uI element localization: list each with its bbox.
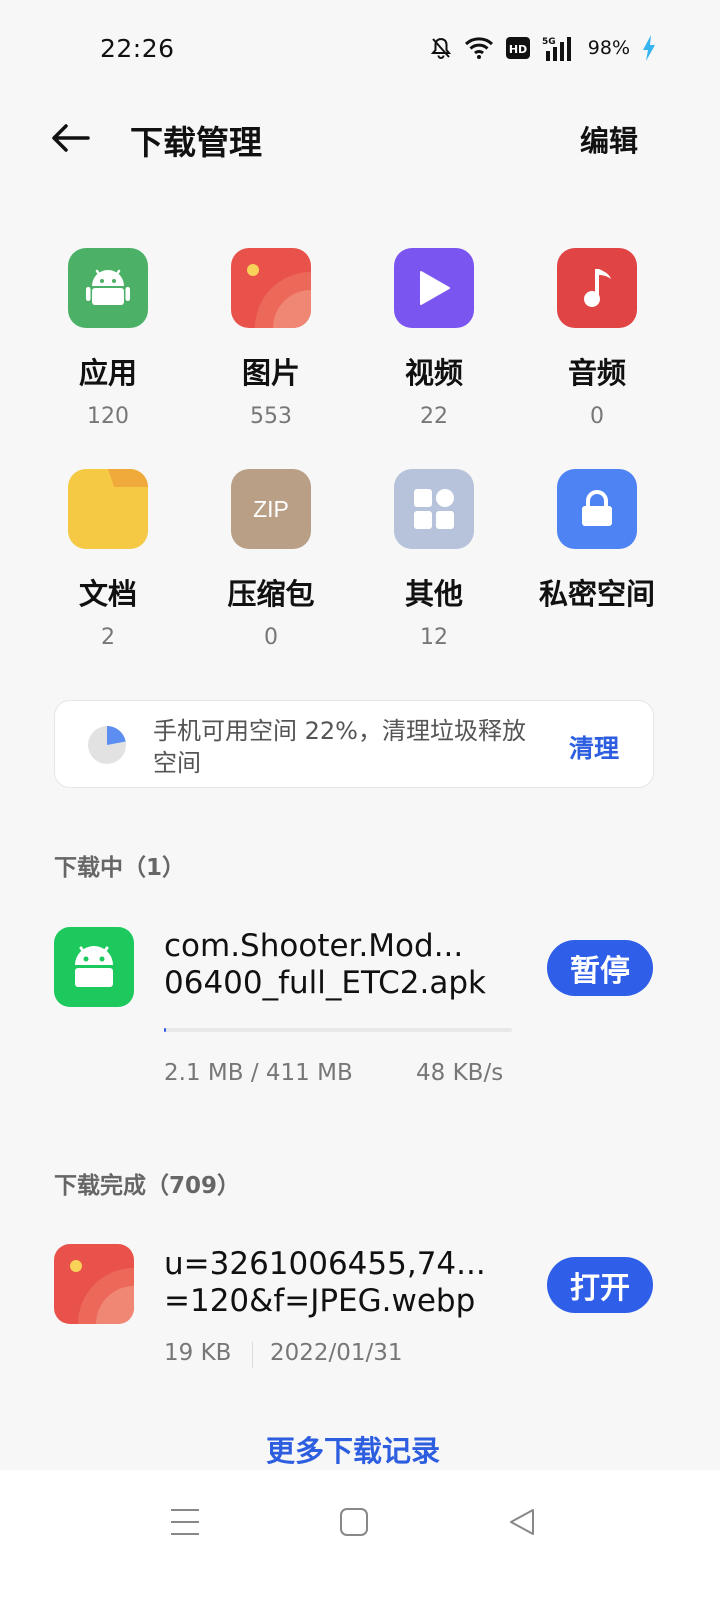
file-name-line1: com.Shooter.Mod...	[164, 928, 464, 964]
lock-icon	[557, 469, 637, 549]
category-label: 其他	[404, 577, 463, 611]
category-label: 视频	[404, 356, 463, 390]
category-apps[interactable]: 应用 120	[28, 248, 188, 429]
file-name-line2: 06400_full_ETC2.apk	[164, 965, 486, 1001]
edit-button[interactable]: 编辑	[580, 118, 638, 160]
play-icon	[394, 248, 474, 328]
signal-icon: 5G	[542, 37, 571, 61]
storage-pie-icon	[88, 726, 126, 764]
category-images[interactable]: 图片 553	[191, 248, 351, 429]
completed-section-title: 下载完成（709）	[54, 1173, 241, 1199]
image-icon	[231, 248, 311, 328]
home-icon	[340, 1508, 368, 1536]
arrow-left-icon	[52, 124, 90, 152]
zip-icon-text: ZIP	[253, 495, 289, 522]
category-count: 0	[590, 404, 604, 429]
category-count: 553	[250, 404, 292, 429]
download-speed: 48 KB/s	[416, 1060, 504, 1086]
category-count: 2	[101, 625, 115, 650]
category-label: 应用	[78, 356, 137, 390]
category-label: 压缩包	[227, 577, 315, 611]
storage-card: 手机可用空间 22%，清理垃圾释放空间 清理	[54, 700, 654, 788]
status-bar: 22:26 HD 5G 98%	[0, 0, 720, 96]
open-button[interactable]: 打开	[547, 1257, 653, 1313]
wifi-icon	[464, 37, 493, 59]
back-triangle-icon	[510, 1509, 534, 1535]
storage-text: 手机可用空间 22%，清理垃圾释放空间	[153, 717, 526, 777]
bell-off-icon	[430, 37, 451, 59]
file-name: com.Shooter.Mod... 06400_full_ETC2.apk	[164, 928, 486, 1002]
svg-text:HD: HD	[509, 43, 527, 56]
progress-fill	[164, 1028, 166, 1032]
header: 下载管理 编辑	[0, 96, 720, 180]
zip-icon: ZIP	[231, 469, 311, 549]
image-icon	[54, 1244, 134, 1324]
progress-bar	[164, 1028, 512, 1032]
category-label: 图片	[241, 356, 300, 390]
android-icon	[68, 248, 148, 328]
status-time: 22:26	[100, 33, 175, 63]
page-title: 下载管理	[130, 123, 262, 162]
category-count: 22	[420, 404, 448, 429]
category-label: 文档	[78, 577, 137, 611]
file-name-line1: u=3261006455,74...	[164, 1246, 486, 1282]
folder-icon	[68, 469, 148, 549]
category-videos[interactable]: 视频 22	[354, 248, 514, 429]
navigation-bar	[0, 1470, 720, 1600]
category-documents[interactable]: 文档 2	[28, 469, 188, 650]
home-button[interactable]	[334, 1502, 374, 1542]
menu-button[interactable]	[165, 1502, 205, 1542]
category-audio[interactable]: 音频 0	[517, 248, 677, 429]
grid-icon	[394, 469, 474, 549]
file-name-line2: =120&f=JPEG.webp	[164, 1283, 476, 1319]
downloading-section-title: 下载中（1）	[54, 855, 186, 881]
category-private-space[interactable]: 私密空间	[517, 469, 677, 613]
battery-level: 98%	[587, 37, 630, 59]
category-count: 0	[264, 625, 278, 650]
network-type: 5G	[542, 37, 556, 47]
menu-icon	[171, 1509, 199, 1535]
category-count: 12	[420, 625, 448, 650]
category-archives[interactable]: ZIP 压缩包 0	[191, 469, 351, 650]
category-label: 私密空间	[538, 577, 655, 611]
hd-icon: HD	[505, 37, 530, 59]
pause-button[interactable]: 暂停	[547, 940, 653, 996]
download-progress-text: 2.1 MB / 411 MB	[164, 1060, 353, 1086]
back-button[interactable]	[50, 118, 94, 158]
meta-divider	[252, 1342, 253, 1368]
music-note-icon	[557, 248, 637, 328]
category-label: 音频	[567, 356, 626, 390]
clean-button[interactable]: 清理	[569, 729, 619, 765]
file-size: 19 KB	[164, 1340, 232, 1366]
charging-icon	[643, 35, 655, 61]
category-count: 120	[87, 404, 129, 429]
file-date: 2022/01/31	[270, 1340, 403, 1366]
more-downloads-link[interactable]: 更多下载记录	[0, 1428, 706, 1470]
status-icons: HD 5G 98%	[430, 35, 656, 61]
back-nav-button[interactable]	[502, 1502, 542, 1542]
android-icon	[54, 927, 134, 1007]
file-name: u=3261006455,74... =120&f=JPEG.webp	[164, 1246, 486, 1320]
category-others[interactable]: 其他 12	[354, 469, 514, 650]
